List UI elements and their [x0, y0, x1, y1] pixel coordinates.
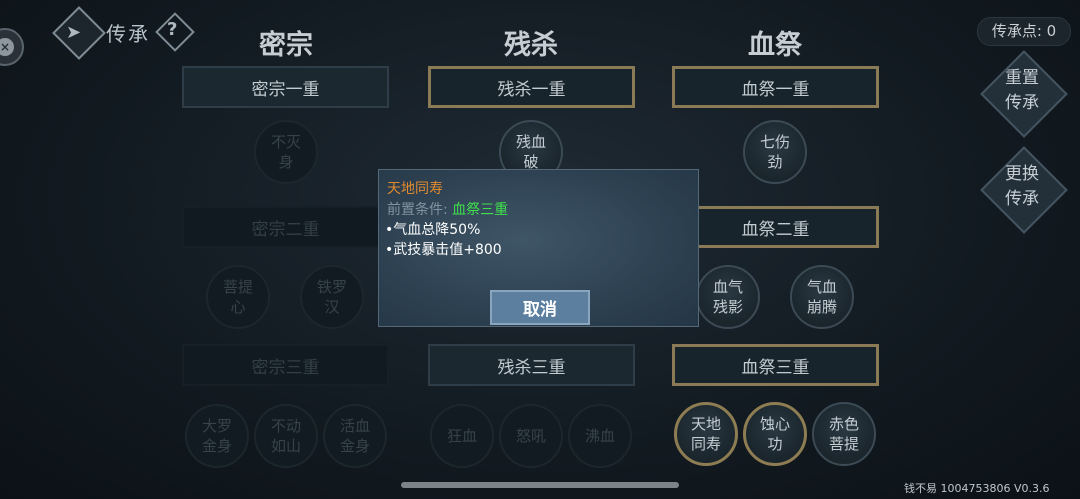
back-arrow-icon: ➤ [66, 22, 82, 43]
column-title-cansha: 残杀 [504, 30, 558, 61]
tier-xueji-2[interactable]: 血祭二重 [672, 206, 879, 248]
skill-node[interactable]: 赤色菩提 [812, 402, 876, 466]
help-icon: ? [167, 19, 178, 40]
page-title: 传承 [106, 22, 150, 46]
skill-node[interactable]: 菩提心 [206, 265, 270, 329]
column-title-xueji: 血祭 [748, 30, 802, 61]
column-title-mizong: 密宗 [259, 30, 313, 61]
effect-line: •武技暴击值+800 [385, 242, 502, 258]
skill-node[interactable]: 七伤劲 [743, 120, 807, 184]
skill-node[interactable]: 不灭身 [254, 120, 318, 184]
tier-mizong-3[interactable]: 密宗三重 [182, 344, 389, 386]
skill-node[interactable]: 怒吼 [499, 404, 563, 468]
change-inheritance-button[interactable]: 更换传承 [980, 146, 1068, 234]
skill-node[interactable]: 不动如山 [254, 404, 318, 468]
skill-node-selected[interactable]: 天地同寿 [674, 402, 738, 466]
skill-node[interactable]: 大罗金身 [185, 404, 249, 468]
version-footer: 钱不易 1004753806 V0.3.6 [904, 482, 1050, 495]
skill-node[interactable]: 气血崩腾 [790, 265, 854, 329]
close-icon: × [0, 38, 14, 56]
cancel-button[interactable]: 取消 [490, 290, 590, 325]
popup-requirement: 前置条件: 血祭三重 [387, 202, 509, 218]
skill-tooltip-popup: 天地同寿 前置条件: 血祭三重 •气血总降50% •武技暴击值+800 取消 [378, 169, 699, 327]
skill-node[interactable]: 沸血 [568, 404, 632, 468]
reset-inheritance-button[interactable]: 重置传承 [980, 50, 1068, 138]
tier-mizong-2[interactable]: 密宗二重 [182, 206, 389, 248]
reset-inheritance-label: 重置传承 [1005, 68, 1039, 113]
effect-line: •气血总降50% [385, 222, 481, 238]
skill-node[interactable]: 活血金身 [323, 404, 387, 468]
tier-xueji-3[interactable]: 血祭三重 [672, 344, 879, 386]
tier-xueji-1[interactable]: 血祭一重 [672, 66, 879, 108]
skill-node[interactable]: 狂血 [430, 404, 494, 468]
requirement-value: 血祭三重 [452, 202, 509, 218]
tier-cansha-1[interactable]: 残杀一重 [428, 66, 635, 108]
popup-skill-name: 天地同寿 [387, 181, 443, 197]
side-menu-toggle[interactable]: × [0, 28, 24, 66]
skill-node[interactable]: 血气残影 [696, 265, 760, 329]
skill-node[interactable]: 蚀心功 [743, 402, 807, 466]
tier-mizong-1[interactable]: 密宗一重 [182, 66, 389, 108]
skill-node[interactable]: 铁罗汉 [300, 265, 364, 329]
home-indicator[interactable] [401, 482, 679, 488]
tier-cansha-3[interactable]: 残杀三重 [428, 344, 635, 386]
inheritance-points: 传承点: 0 [977, 17, 1071, 46]
change-inheritance-label: 更换传承 [1005, 164, 1039, 209]
